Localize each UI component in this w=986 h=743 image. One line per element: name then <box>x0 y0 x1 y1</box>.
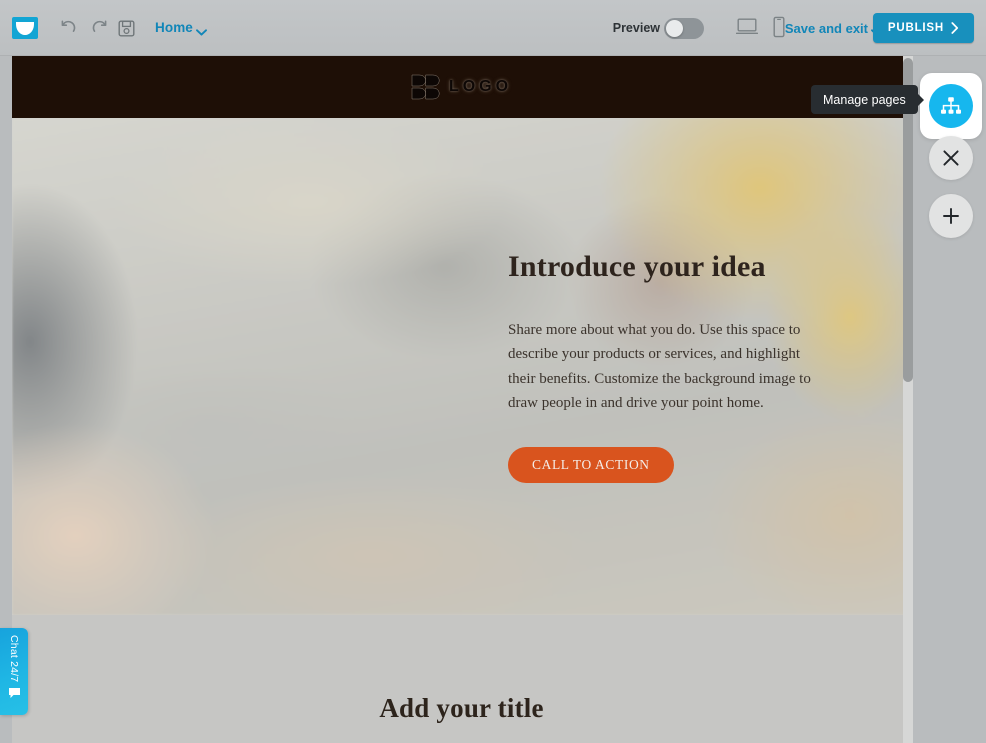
plus-icon <box>942 207 960 225</box>
chevron-right-icon <box>951 22 959 34</box>
save-and-exit-button[interactable]: Save and exit <box>785 21 868 36</box>
add-section-button[interactable] <box>929 194 973 238</box>
call-to-action-button[interactable]: CALL TO ACTION <box>508 447 674 484</box>
site-preview-canvas[interactable]: LOGO Introduce your idea Share more abou… <box>12 56 913 743</box>
manage-pages-tooltip: Manage pages <box>811 85 918 114</box>
second-section[interactable]: Add your title <box>12 615 913 743</box>
hero-body-text[interactable]: Share more about what you do. Use this s… <box>508 318 826 416</box>
preview-toggle[interactable] <box>664 18 704 39</box>
bb-logo-mark-icon <box>411 74 440 100</box>
preview-label: Preview <box>612 21 660 35</box>
hero-section[interactable]: Introduce your idea Share more about wha… <box>12 118 913 615</box>
chat-bubble-icon <box>8 687 21 699</box>
close-panel-button[interactable] <box>929 136 973 180</box>
manage-pages-panel <box>920 73 982 139</box>
desktop-monitor-icon[interactable] <box>735 17 759 39</box>
right-rail <box>913 56 986 743</box>
redo-arrow-icon[interactable] <box>90 18 110 38</box>
sitemap-icon <box>940 96 962 116</box>
chat-widget-label: Chat 24/7 <box>8 635 20 683</box>
site-logo-text: LOGO <box>448 78 513 95</box>
hero-title[interactable]: Introduce your idea <box>508 250 913 284</box>
publish-button-label: PUBLISH <box>887 22 944 34</box>
hero-content: Introduce your idea Share more about wha… <box>12 118 913 615</box>
chat-widget-tab[interactable]: Chat 24/7 <box>0 628 28 715</box>
toggle-knob <box>666 20 683 37</box>
close-x-icon <box>942 149 960 167</box>
undo-arrow-icon[interactable] <box>58 18 78 38</box>
site-logo[interactable]: LOGO <box>411 74 512 100</box>
manage-pages-button[interactable] <box>929 84 973 128</box>
floppy-disk-save-icon[interactable] <box>116 18 136 38</box>
mail-envelope-icon[interactable] <box>12 17 38 39</box>
publish-button[interactable]: PUBLISH <box>872 13 974 43</box>
site-header-bar[interactable]: LOGO <box>12 56 913 118</box>
page-selector-label[interactable]: Home <box>155 20 193 35</box>
editor-toolbar: Home Preview Save and exit PUBLISH <box>0 0 986 56</box>
section-title[interactable]: Add your title <box>379 693 543 724</box>
app-root: Home Preview Save and exit PUBLISH LOGO … <box>0 0 986 743</box>
chevron-down-icon[interactable] <box>196 23 207 41</box>
